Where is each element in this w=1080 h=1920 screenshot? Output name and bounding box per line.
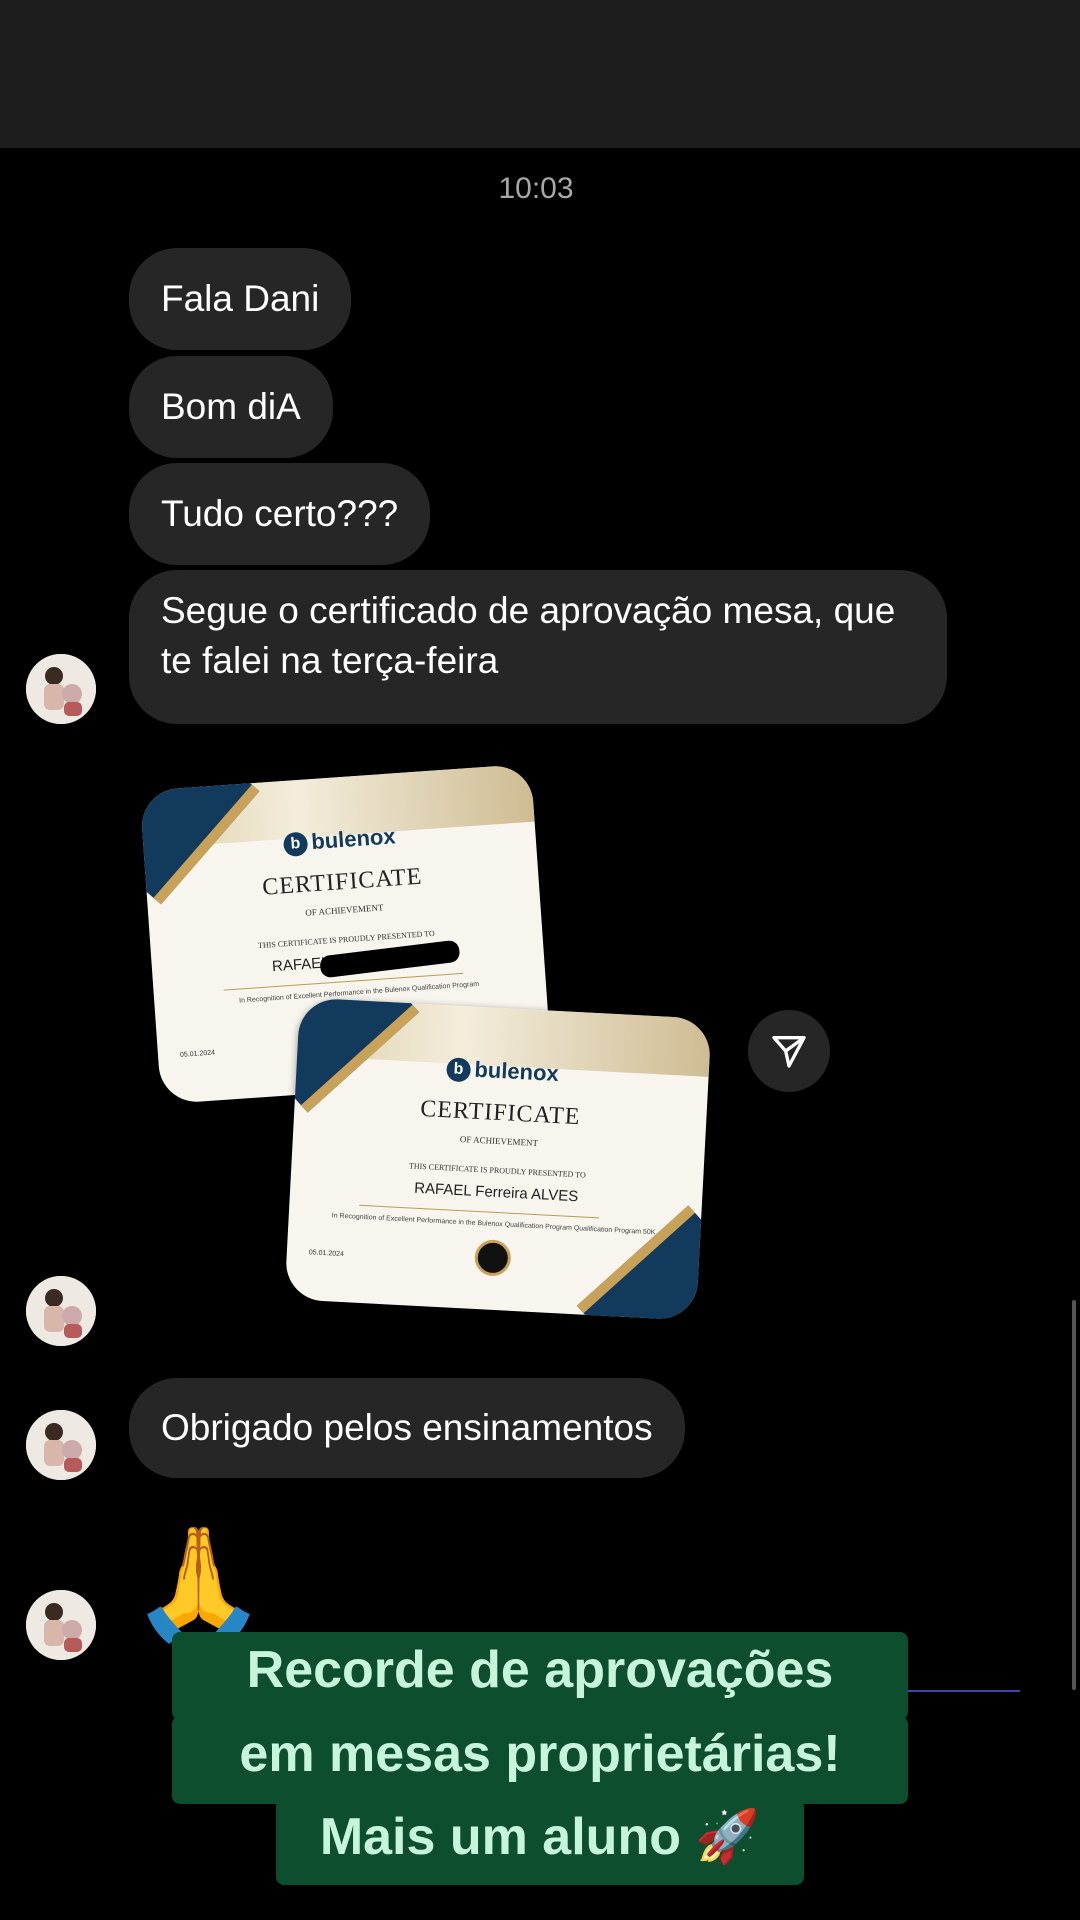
- overlay-caption-line: em mesas proprietárias!: [172, 1716, 908, 1804]
- redaction-mark: [319, 939, 461, 979]
- message-bubble[interactable]: Tudo certo???: [129, 463, 431, 565]
- message-text: Segue o certificado de aprovação mesa, q…: [161, 590, 896, 681]
- message-text: Tudo certo???: [161, 493, 399, 534]
- sender-avatar[interactable]: [26, 1410, 96, 1480]
- message-text: Fala Dani: [161, 278, 320, 319]
- sender-avatar[interactable]: [26, 654, 96, 724]
- certificate-corner: [576, 1205, 712, 1321]
- brand-icon: b: [445, 1057, 472, 1083]
- overlay-caption-line: Mais um aluno 🚀: [276, 1799, 804, 1885]
- message-bubble[interactable]: Bom diA: [129, 356, 333, 458]
- certificate-recognition: In Recognition of Excellent Performance …: [331, 1212, 656, 1237]
- avatar-icon: [26, 654, 96, 724]
- message-bubble[interactable]: Fala Dani: [129, 248, 352, 350]
- message-bubble[interactable]: Segue o certificado de aprovação mesa, q…: [129, 570, 947, 724]
- avatar-icon: [26, 1590, 96, 1660]
- avatar-icon: [26, 1410, 96, 1480]
- certificate-date: 05.01.2024: [308, 1249, 345, 1259]
- sender-avatar[interactable]: [26, 1276, 96, 1346]
- message-timestamp: 10:03: [498, 172, 574, 205]
- share-button[interactable]: [748, 1010, 830, 1092]
- scrollbar[interactable]: [1072, 1300, 1076, 1690]
- certificate-date: 05.01.2024: [179, 1049, 216, 1059]
- certificate-image[interactable]: b bulenox CERTIFICATE OF ACHIEVEMENT THIS…: [284, 997, 712, 1321]
- avatar-icon: [26, 1276, 96, 1346]
- sender-avatar[interactable]: [26, 1590, 96, 1660]
- brand-name: bulenox: [473, 1056, 560, 1087]
- certificate-seal: [473, 1238, 512, 1277]
- message-text: Bom diA: [161, 386, 301, 427]
- overlay-caption-line: Recorde de aprovações: [172, 1632, 908, 1720]
- status-bar-area: [0, 0, 1080, 148]
- emoji-message[interactable]: 🙏: [130, 1524, 267, 1644]
- share-icon: [772, 1036, 806, 1068]
- brand-name: bulenox: [310, 823, 397, 855]
- message-bubble[interactable]: Obrigado pelos ensinamentos: [129, 1378, 685, 1478]
- brand-icon: b: [282, 831, 309, 858]
- message-text: Obrigado pelos ensinamentos: [161, 1407, 653, 1448]
